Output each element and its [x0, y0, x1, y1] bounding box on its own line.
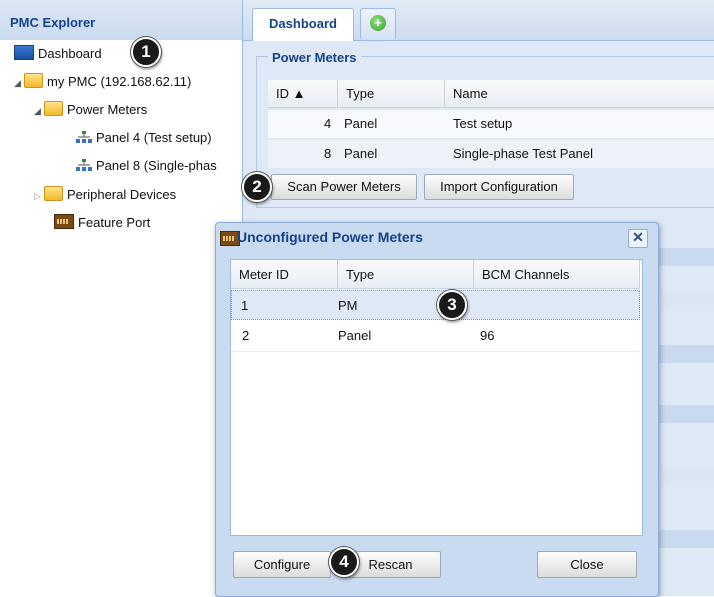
background-row — [655, 345, 714, 363]
column-header-name[interactable]: Name — [445, 80, 714, 108]
column-header-id[interactable]: ID ▲ — [268, 80, 338, 108]
cell-type: Panel — [344, 146, 378, 161]
cell-type: Panel — [338, 328, 372, 343]
power-meters-legend: Power Meters — [268, 50, 361, 65]
cell-id: 8 — [324, 146, 332, 161]
folder-icon — [44, 186, 63, 201]
tree-item-dashboard[interactable]: Dashboard — [14, 43, 102, 65]
collapsed-arrow-icon[interactable]: ▷ — [34, 185, 44, 207]
column-header-type[interactable]: Type — [338, 260, 474, 289]
close-icon[interactable]: ✕ — [628, 229, 648, 248]
tree-item-peripheral-devices[interactable]: ▷ Peripheral Devices — [34, 184, 176, 206]
table-row[interactable]: 2 Panel 96 — [231, 321, 640, 352]
background-row — [655, 468, 714, 486]
cell-name: Test setup — [453, 116, 513, 131]
cell-id: 4 — [324, 116, 332, 131]
network-icon — [76, 129, 92, 143]
dialog-title: Unconfigured Power Meters — [237, 229, 423, 245]
dashboard-icon — [14, 45, 34, 60]
cell-meter-id: 1 — [241, 298, 249, 313]
import-configuration-button[interactable]: Import Configuration — [424, 174, 574, 200]
close-button[interactable]: Close — [537, 551, 637, 578]
tree-item-my-pmc[interactable]: ◢ my PMC (192.168.62.11) — [14, 71, 191, 93]
configure-button[interactable]: Configure — [233, 551, 331, 578]
folder-icon — [24, 73, 43, 88]
tab-dashboard[interactable]: Dashboard — [252, 8, 354, 41]
callout-badge-4: 4 — [329, 547, 359, 577]
expanded-arrow-icon[interactable]: ◢ — [14, 72, 24, 94]
tree-item-feature-port[interactable]: Feature Port — [54, 212, 150, 234]
cell-name: Single-phase Test Panel — [453, 146, 593, 161]
cell-type: PM — [338, 298, 358, 313]
table-row[interactable]: 4 Panel Test setup — [268, 110, 714, 138]
expanded-arrow-icon[interactable]: ◢ — [34, 100, 44, 122]
background-row — [655, 292, 714, 310]
tree-item-power-meters[interactable]: ◢ Power Meters — [34, 99, 147, 121]
folder-icon — [44, 101, 63, 116]
network-icon — [76, 157, 92, 171]
tree-item-panel-4[interactable]: Panel 4 (Test setup) — [76, 127, 212, 149]
cell-type: Panel — [344, 116, 378, 131]
callout-badge-2: 2 — [242, 172, 272, 202]
cell-bcm-channels: 96 — [480, 328, 495, 343]
cell-meter-id: 2 — [242, 328, 250, 343]
add-tab-button[interactable]: + — [360, 8, 396, 39]
sidebar-title: PMC Explorer — [10, 15, 96, 30]
callout-badge-3: 3 — [437, 290, 467, 320]
callout-badge-1: 1 — [131, 37, 161, 67]
scan-power-meters-button[interactable]: Scan Power Meters — [271, 174, 417, 200]
background-row — [655, 405, 714, 423]
background-row — [655, 530, 714, 548]
column-header-meter-id[interactable]: Meter ID — [231, 260, 338, 289]
table-row-selected[interactable]: 1 PM — [231, 290, 640, 320]
plus-icon: + — [370, 15, 386, 31]
background-row — [655, 248, 714, 266]
column-header-bcm-channels[interactable]: BCM Channels — [474, 260, 640, 289]
port-icon — [54, 214, 74, 229]
column-header-type[interactable]: Type — [338, 80, 445, 108]
tree-item-panel-8[interactable]: Panel 8 (Single-phas — [76, 155, 217, 177]
explorer-tree — [0, 40, 242, 596]
table-row[interactable]: 8 Panel Single-phase Test Panel — [268, 140, 714, 168]
